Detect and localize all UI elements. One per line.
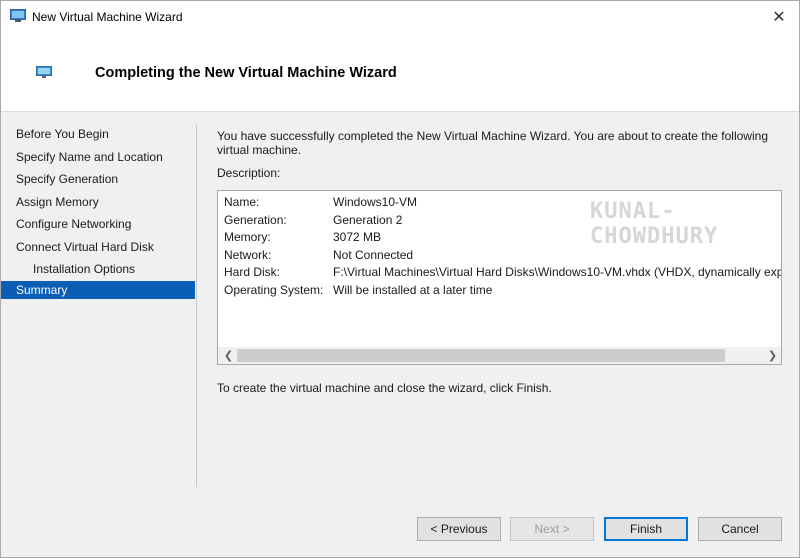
cancel-button[interactable]: Cancel [698,517,782,541]
sidebar-item-hard-disk[interactable]: Connect Virtual Hard Disk [1,238,195,256]
previous-button[interactable]: < Previous [417,517,501,541]
virtual-machine-icon [10,9,26,22]
wizard-header: Completing the New Virtual Machine Wizar… [1,33,799,112]
finish-instruction: To create the virtual machine and close … [217,381,552,395]
window-title: New Virtual Machine Wizard [32,10,183,24]
description-row-name: Name: Windows10-VM [224,194,781,212]
description-row-memory: Memory: 3072 MB [224,229,781,247]
description-value: F:\Virtual Machines\Virtual Hard Disks\W… [333,265,782,280]
sidebar-item-memory[interactable]: Assign Memory [1,193,195,211]
finish-button[interactable]: Finish [604,517,688,541]
scrollbar-thumb[interactable] [237,349,725,362]
description-key: Operating System: [224,282,324,297]
sidebar-item-name-location[interactable]: Specify Name and Location [1,148,195,166]
horizontal-scrollbar[interactable]: ❮ ❯ [218,347,781,364]
virtual-machine-icon [36,66,52,78]
intro-text: You have successfully completed the New … [217,129,768,157]
description-value: Generation 2 [333,212,403,227]
sidebar-item-networking[interactable]: Configure Networking [1,215,195,233]
description-box[interactable]: KUNAL-CHOWDHURY Name: Windows10-VM Gener… [217,190,782,365]
close-icon: ✕ [772,9,786,26]
wizard-window: New Virtual Machine Wizard ✕ Completing … [0,0,800,558]
sidebar-item-installation-options[interactable]: Installation Options [1,260,195,278]
description-row-operating-system: Operating System: Will be installed at a… [224,282,781,300]
description-value: Will be installed at a later time [333,282,493,297]
sidebar-item-generation[interactable]: Specify Generation [1,170,195,188]
description-row-generation: Generation: Generation 2 [224,212,781,230]
description-key: Hard Disk: [224,265,281,280]
description-row-hard-disk: Hard Disk: F:\Virtual Machines\Virtual H… [224,264,782,282]
page-title: Completing the New Virtual Machine Wizar… [95,65,397,81]
description-key: Name: [224,195,260,209]
description-label: Description: [217,166,281,180]
description-key: Network: [224,247,272,262]
sidebar-item-before-you-begin[interactable]: Before You Begin [1,125,195,143]
title-bar: New Virtual Machine Wizard ✕ [1,1,799,33]
scroll-right-icon[interactable]: ❯ [764,347,781,364]
description-value: Windows10-VM [333,195,418,209]
description-key: Memory: [224,230,271,245]
sidebar-item-summary[interactable]: Summary [1,281,195,299]
description-key: Generation: [224,212,287,227]
description-value: Not Connected [333,247,414,262]
next-button[interactable]: Next > [510,517,594,541]
wizard-step-list: Before You Begin Specify Name and Locati… [1,122,195,492]
description-list: Name: Windows10-VM Generation: Generatio… [224,194,782,300]
close-button[interactable]: ✕ [759,1,799,33]
scroll-left-icon[interactable]: ❮ [220,347,237,364]
divider [196,125,197,487]
description-value: 3072 MB [333,230,382,245]
description-row-network: Network: Not Connected [224,247,781,265]
